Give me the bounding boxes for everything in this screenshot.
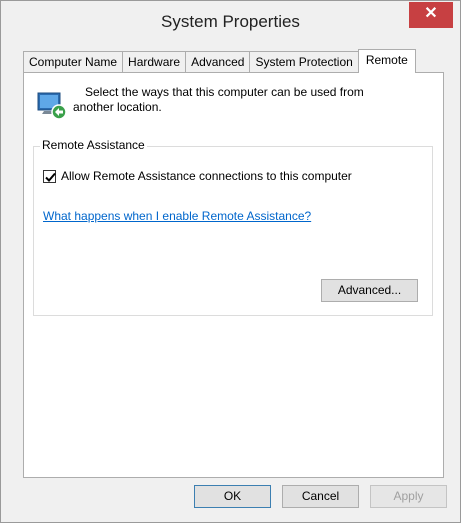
tab-system-protection[interactable]: System Protection bbox=[249, 51, 359, 72]
system-properties-window: System Properties ✕ Computer Name Hardwa… bbox=[0, 0, 461, 523]
title-bar[interactable]: System Properties ✕ bbox=[1, 1, 460, 41]
tab-computer-name[interactable]: Computer Name bbox=[23, 51, 124, 72]
tab-strip: Computer Name Hardware Advanced System P… bbox=[23, 49, 416, 73]
tab-hardware[interactable]: Hardware bbox=[122, 51, 187, 72]
remote-assistance-help-link[interactable]: What happens when I enable Remote Assist… bbox=[43, 209, 311, 223]
ok-button[interactable]: OK bbox=[194, 485, 271, 508]
remote-tab-panel: Select the ways that this computer can b… bbox=[23, 72, 444, 478]
remote-assistance-group: Remote Assistance Allow Remote Assistanc… bbox=[33, 138, 433, 316]
cancel-button[interactable]: Cancel bbox=[282, 485, 359, 508]
advanced-button[interactable]: Advanced... bbox=[321, 279, 418, 302]
window-title: System Properties bbox=[161, 12, 300, 31]
checkmark-icon bbox=[45, 172, 56, 182]
allow-remote-assistance-row[interactable]: Allow Remote Assistance connections to t… bbox=[43, 169, 352, 183]
close-button[interactable]: ✕ bbox=[409, 2, 453, 28]
tab-remote[interactable]: Remote bbox=[357, 49, 416, 73]
group-label: Remote Assistance bbox=[40, 138, 147, 152]
allow-remote-assistance-label: Allow Remote Assistance connections to t… bbox=[61, 169, 352, 183]
apply-button[interactable]: Apply bbox=[370, 485, 447, 508]
remote-connection-icon bbox=[36, 87, 72, 123]
close-icon: ✕ bbox=[424, 5, 438, 22]
intro-text: Select the ways that this computer can b… bbox=[73, 85, 364, 114]
allow-remote-assistance-checkbox[interactable] bbox=[43, 169, 56, 183]
tab-advanced[interactable]: Advanced bbox=[185, 51, 251, 72]
